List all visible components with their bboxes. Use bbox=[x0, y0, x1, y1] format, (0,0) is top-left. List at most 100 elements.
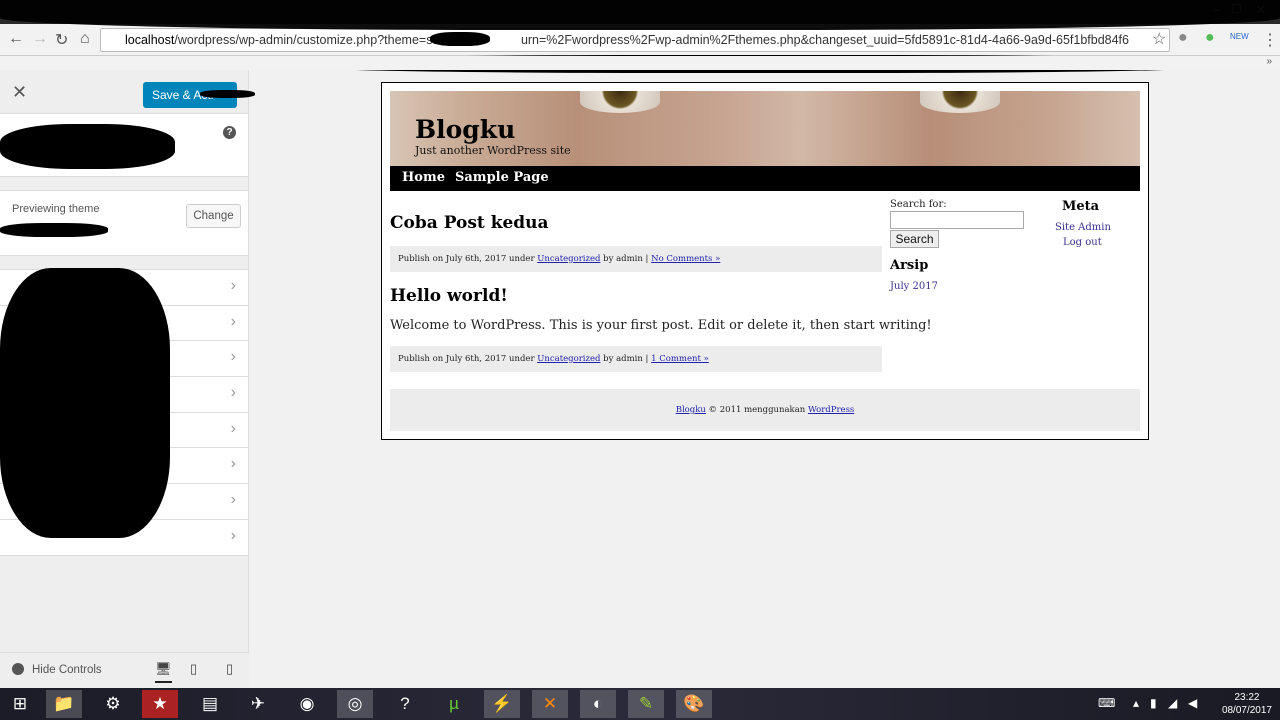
archive-title: Arsip bbox=[890, 258, 929, 273]
redaction bbox=[200, 90, 255, 98]
post-excerpt: Welcome to WordPress. This is your first… bbox=[390, 318, 932, 333]
extension-icon[interactable]: ● bbox=[1178, 29, 1188, 47]
app-icon[interactable]: ⚡ bbox=[484, 690, 520, 718]
footer-wordpress-link[interactable]: WordPress bbox=[808, 405, 854, 415]
chevron-right-icon: › bbox=[230, 384, 236, 402]
chevron-right-icon: › bbox=[230, 455, 236, 473]
meta-text: by admin | bbox=[600, 254, 652, 264]
search-input[interactable] bbox=[890, 211, 1024, 229]
app-icon[interactable]: ★ bbox=[142, 690, 178, 718]
file-explorer-icon[interactable]: 📁 bbox=[46, 690, 82, 718]
show-hidden-icon[interactable]: ▴ bbox=[1133, 696, 1139, 710]
search-label: Search for: bbox=[890, 199, 947, 210]
reload-icon[interactable]: ↻ bbox=[55, 30, 68, 50]
comments-link[interactable]: No Comments » bbox=[651, 254, 720, 264]
desktop-preview-icon[interactable]: 🖥 bbox=[155, 661, 172, 683]
search-button[interactable]: Search bbox=[890, 230, 939, 248]
chevron-right-icon: › bbox=[230, 348, 236, 366]
site-footer: Blogku © 2011 menggunakan WordPress bbox=[390, 389, 1140, 431]
redaction bbox=[0, 0, 1280, 30]
site-admin-link[interactable]: Site Admin bbox=[1055, 222, 1111, 233]
chevron-right-icon: › bbox=[230, 526, 236, 544]
forward-icon[interactable]: → bbox=[32, 30, 48, 48]
url-host: localhost bbox=[125, 33, 175, 47]
bookmarks-bar: » bbox=[0, 56, 1280, 70]
chrome-icon[interactable]: ◎ bbox=[337, 690, 373, 718]
eye-image bbox=[580, 91, 660, 113]
site-tagline: Just another WordPress site bbox=[415, 144, 571, 157]
theme-panel: Previewing theme Change bbox=[0, 190, 248, 256]
mobile-preview-icon[interactable]: ▯ bbox=[226, 661, 233, 677]
redaction bbox=[430, 32, 490, 46]
extension-icon[interactable]: ● bbox=[1205, 29, 1215, 47]
home-icon[interactable]: ⌂ bbox=[80, 30, 90, 48]
post-meta: Publish on July 6th, 2017 under Uncatego… bbox=[390, 246, 882, 272]
battery-icon[interactable]: ▮ bbox=[1150, 696, 1157, 710]
new-extension-icon[interactable]: NEW bbox=[1230, 32, 1249, 41]
customizer-sidebar: ✕ Save & Acti ? Previewing theme Change … bbox=[0, 70, 255, 688]
keyboard-icon[interactable]: ⌨ bbox=[1098, 696, 1115, 710]
redaction bbox=[0, 223, 108, 237]
app-icon[interactable]: ✈ bbox=[240, 690, 276, 718]
url-path: /wordpress/wp-admin/customize.php?theme=… bbox=[174, 33, 436, 47]
hide-controls-button[interactable]: Hide Controls bbox=[12, 663, 102, 676]
steam-icon[interactable]: ◐ bbox=[580, 690, 616, 718]
category-link[interactable]: Uncategorized bbox=[537, 354, 600, 364]
archive-link[interactable]: July 2017 bbox=[890, 281, 938, 292]
meta-text: by admin | bbox=[600, 354, 652, 364]
collapse-icon bbox=[12, 663, 24, 675]
clock[interactable]: 23:22 08/07/2017 bbox=[1222, 691, 1272, 717]
chevron-right-icon: › bbox=[230, 312, 236, 330]
footer-site-link[interactable]: Blogku bbox=[676, 405, 706, 415]
clock-time: 23:22 bbox=[1234, 692, 1260, 703]
help-app-icon[interactable]: ? bbox=[387, 690, 423, 718]
redaction bbox=[0, 124, 175, 169]
post-title[interactable]: Coba Post kedua bbox=[390, 213, 549, 233]
help-icon[interactable]: ? bbox=[223, 126, 236, 139]
xampp-icon[interactable]: ✕ bbox=[532, 690, 568, 718]
notepad-icon[interactable]: ✎ bbox=[628, 690, 664, 718]
taskbar: ⊞ 📁 ⚙ ★ ▤ ✈ ◉ ◎ ? µ ⚡ ✕ ◐ ✎ 🎨 ⌨ ▴ ▮ ◢ ◀ … bbox=[0, 688, 1280, 720]
close-icon[interactable]: ✕ bbox=[12, 82, 27, 103]
change-theme-button[interactable]: Change bbox=[186, 204, 241, 228]
app-icon[interactable]: ▤ bbox=[192, 690, 228, 718]
previewing-label: Previewing theme bbox=[12, 203, 100, 215]
tablet-preview-icon[interactable]: ▯ bbox=[190, 661, 197, 677]
start-icon[interactable]: ⊞ bbox=[2, 690, 38, 718]
volume-icon[interactable]: ◀ bbox=[1188, 696, 1197, 710]
menu-icon[interactable]: ⋮ bbox=[1262, 30, 1278, 50]
url-query: urn=%2Fwordpress%2Fwp-admin%2Fthemes.php… bbox=[520, 33, 1129, 47]
comments-link[interactable]: 1 Comment » bbox=[651, 354, 709, 364]
chevron-right-icon: › bbox=[230, 277, 236, 294]
meta-text: Publish on July 6th, 2017 under bbox=[398, 254, 538, 264]
utorrent-icon[interactable]: µ bbox=[436, 690, 472, 718]
customizer-info: ? bbox=[0, 114, 248, 177]
post-title[interactable]: Hello world! bbox=[390, 286, 508, 306]
menu-item-sample-page[interactable]: Sample Page bbox=[455, 170, 549, 185]
customizer-header: ✕ Save & Acti bbox=[0, 70, 255, 114]
address-bar[interactable]: localhost/wordpress/wp-admin/customize.p… bbox=[100, 28, 1170, 52]
customizer-footer: Hide Controls 🖥 ▯ ▯ bbox=[0, 652, 249, 688]
steelseries-icon[interactable]: ⚙ bbox=[95, 690, 131, 718]
download-manager-icon[interactable]: ◉ bbox=[289, 690, 325, 718]
site-menu: Home Sample Page bbox=[390, 166, 1140, 191]
paint-icon[interactable]: 🎨 bbox=[676, 690, 712, 718]
meta-text: Publish on July 6th, 2017 under bbox=[398, 354, 538, 364]
hide-controls-label: Hide Controls bbox=[32, 664, 102, 676]
back-icon[interactable]: ← bbox=[8, 30, 24, 48]
menu-item-home[interactable]: Home bbox=[402, 170, 445, 185]
post-meta: Publish on July 6th, 2017 under Uncatego… bbox=[390, 346, 882, 372]
more-bookmarks-icon[interactable]: » bbox=[1266, 56, 1272, 67]
network-icon[interactable]: ◢ bbox=[1168, 696, 1177, 710]
log-out-link[interactable]: Log out bbox=[1063, 237, 1102, 248]
clock-date: 08/07/2017 bbox=[1221, 705, 1272, 716]
chevron-right-icon: › bbox=[230, 419, 236, 437]
category-link[interactable]: Uncategorized bbox=[537, 254, 600, 264]
eye-image bbox=[920, 91, 1000, 113]
star-icon[interactable]: ☆ bbox=[1152, 29, 1166, 49]
meta-widget-title: Meta bbox=[1062, 199, 1100, 214]
site-title[interactable]: Blogku bbox=[415, 115, 515, 144]
site-preview: Blogku Just another WordPress site Home … bbox=[381, 82, 1149, 440]
header-image: Blogku Just another WordPress site bbox=[390, 91, 1140, 166]
footer-text: © 2011 menggunakan bbox=[705, 405, 808, 415]
